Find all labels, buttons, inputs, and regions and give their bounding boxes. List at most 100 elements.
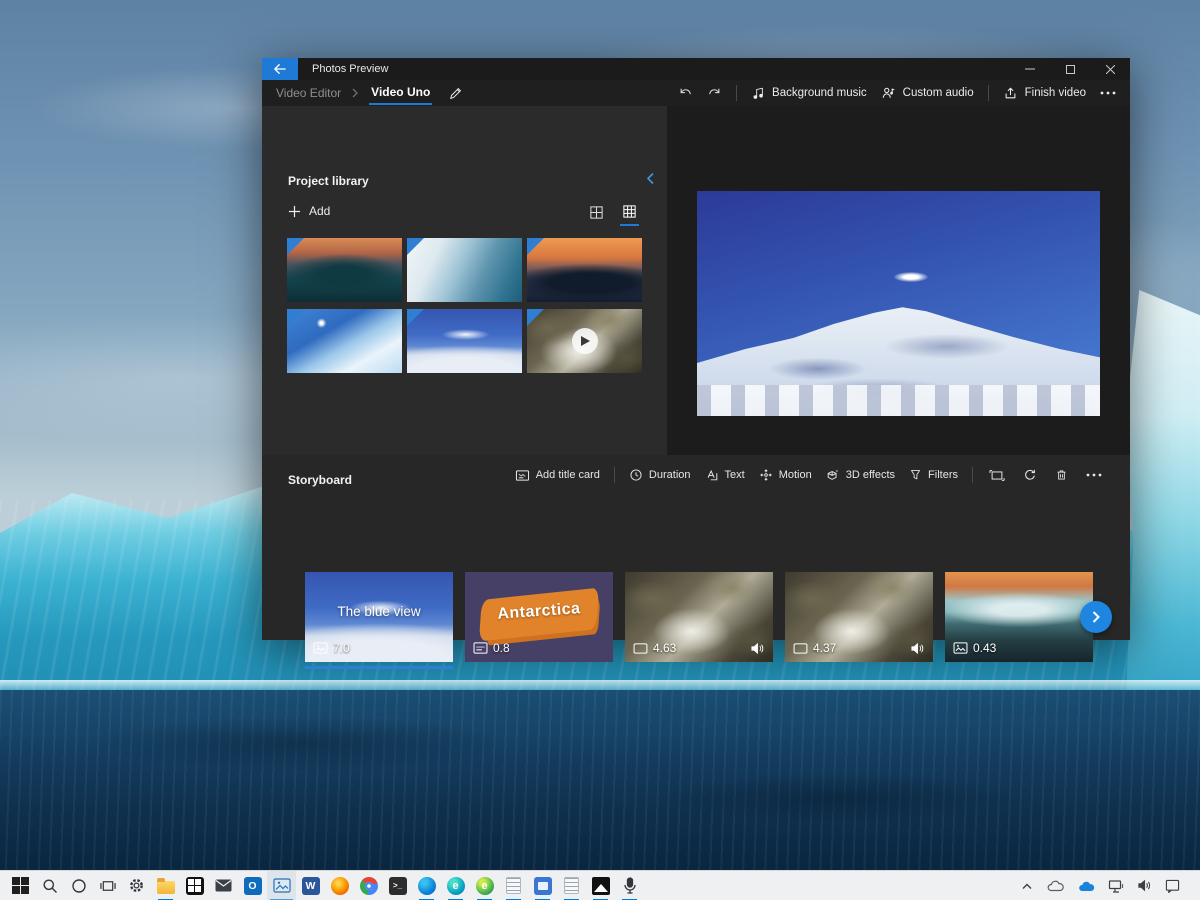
chrome-icon (359, 876, 378, 895)
finish-video-button[interactable]: Finish video (1003, 86, 1086, 100)
grid-view-small-button[interactable] (587, 202, 606, 226)
edge-icon (417, 876, 436, 895)
finish-video-label: Finish video (1024, 87, 1086, 99)
custom-audio-button[interactable]: Custom audio (881, 86, 974, 100)
taskbar-movies-tv[interactable] (528, 871, 557, 900)
taskbar-word[interactable]: W (296, 871, 325, 900)
cube-3d-icon (826, 468, 840, 482)
add-label: Add (309, 204, 331, 218)
selected-corner-badge (407, 309, 424, 326)
clip-iceberg-image[interactable]: 0.43 (945, 572, 1093, 662)
motion-button[interactable]: Motion (759, 468, 812, 482)
taskbar-file-explorer[interactable] (151, 871, 180, 900)
taskbar-edge-beta[interactable]: e (441, 871, 470, 900)
cortana-icon (71, 878, 87, 894)
system-tray (1021, 879, 1194, 893)
network-icon[interactable] (1108, 879, 1124, 893)
clip-duration-badge: 4.37 (793, 641, 836, 655)
custom-audio-label: Custom audio (902, 87, 974, 99)
mail-icon (215, 879, 232, 892)
taskbar-microsoft-store[interactable] (180, 871, 209, 900)
volume-icon[interactable] (1137, 879, 1152, 892)
3d-effects-button[interactable]: 3D effects (826, 468, 895, 482)
collapse-library-button[interactable] (646, 172, 655, 185)
audio-speaker-icon (750, 642, 765, 655)
search-icon (42, 878, 58, 894)
word-icon: W (301, 876, 320, 895)
toolbar-divider (613, 467, 615, 483)
duration-button[interactable]: Duration (629, 468, 691, 482)
grid-view-large-button[interactable] (620, 202, 639, 226)
taskbar-photos[interactable] (267, 870, 296, 900)
outlook-icon: O (243, 876, 262, 895)
background-music-button[interactable]: Background music (751, 86, 867, 100)
library-thumbnail-mountain[interactable] (407, 309, 522, 373)
motion-label: Motion (778, 469, 812, 481)
taskbar-mail[interactable] (209, 871, 238, 900)
rotate-button[interactable] (1021, 466, 1039, 484)
delete-button[interactable] (1053, 466, 1070, 484)
search-button[interactable] (35, 871, 64, 900)
project-library-panel: Project library Add (262, 106, 667, 455)
taskbar-command-prompt[interactable]: >_ (383, 871, 412, 900)
microphone-icon (623, 877, 636, 894)
storyboard-more-button[interactable] (1084, 471, 1104, 479)
taskbar-outlook[interactable]: O (238, 871, 267, 900)
library-thumbnail-blue-ice[interactable] (287, 309, 402, 373)
library-thumbnail-iceberg-sunset[interactable] (287, 238, 402, 302)
image-icon (313, 642, 328, 654)
clip-the-blue-view[interactable]: The blue view 7.0 (305, 572, 453, 662)
close-button[interactable] (1090, 58, 1130, 80)
taskbar-photos-legacy[interactable] (586, 871, 615, 900)
taskbar-edge[interactable] (412, 871, 441, 900)
text-button[interactable]: Text (705, 468, 745, 482)
maximize-button[interactable] (1050, 58, 1090, 80)
motion-icon (759, 468, 773, 482)
play-icon (571, 328, 598, 354)
add-media-button[interactable]: Add (288, 204, 330, 218)
settings-button[interactable] (122, 871, 151, 900)
breadcrumb-video-editor[interactable]: Video Editor (276, 86, 341, 100)
taskbar-notepad[interactable] (499, 871, 528, 900)
tray-expand-button[interactable] (1021, 882, 1033, 890)
command-prompt-icon: >_ (388, 876, 407, 895)
library-thumbnail-ice-closeup[interactable] (407, 238, 522, 302)
desktop: Photos Preview Video Editor Video Uno Ba… (0, 0, 1200, 900)
rotate-icon (1023, 468, 1037, 482)
task-view-button[interactable] (93, 871, 122, 900)
redo-button[interactable] (707, 86, 722, 100)
clip-stream-video-2[interactable]: 4.37 (785, 572, 933, 662)
start-button[interactable] (6, 871, 35, 900)
clip-antarctica-title-card[interactable]: Antarctica 0.8 (465, 572, 613, 662)
library-thumbnail-stream-video[interactable] (527, 309, 642, 373)
filters-button[interactable]: Filters (909, 468, 958, 482)
taskbar-edge-canary[interactable]: e (470, 871, 499, 900)
taskbar-notepad-2[interactable] (557, 871, 586, 900)
clip-stream-video-1[interactable]: 4.63 (625, 572, 773, 662)
breadcrumb-project-name[interactable]: Video Uno (369, 82, 433, 105)
taskbar-voice-recorder[interactable] (615, 871, 644, 900)
photos-legacy-icon (591, 876, 610, 895)
toolbar-divider (736, 85, 738, 101)
onedrive-personal-icon[interactable] (1077, 880, 1095, 892)
edge-canary-icon: e (475, 876, 494, 895)
cortana-button[interactable] (64, 871, 93, 900)
more-options-button[interactable] (1100, 91, 1116, 95)
taskbar-chrome[interactable] (354, 871, 383, 900)
rename-project-button[interactable] (446, 84, 465, 103)
clip-duration-badge: 0.8 (473, 641, 510, 655)
back-button[interactable] (262, 58, 298, 80)
selected-clip-indicator (305, 666, 453, 669)
undo-button[interactable] (678, 86, 693, 100)
minimize-button[interactable] (1010, 58, 1050, 80)
onedrive-icon[interactable] (1046, 880, 1064, 892)
scroll-next-button[interactable] (1080, 601, 1112, 633)
video-preview[interactable] (697, 191, 1100, 416)
edge-beta-icon: e (446, 876, 465, 895)
resize-frame-button[interactable] (987, 467, 1007, 484)
add-title-card-button[interactable]: Add title card (515, 469, 600, 482)
library-thumbnail-iceberg-silhouette[interactable] (527, 238, 642, 302)
title-card-icon (473, 642, 488, 654)
taskbar-firefox[interactable] (325, 871, 354, 900)
action-center-button[interactable] (1165, 879, 1180, 893)
